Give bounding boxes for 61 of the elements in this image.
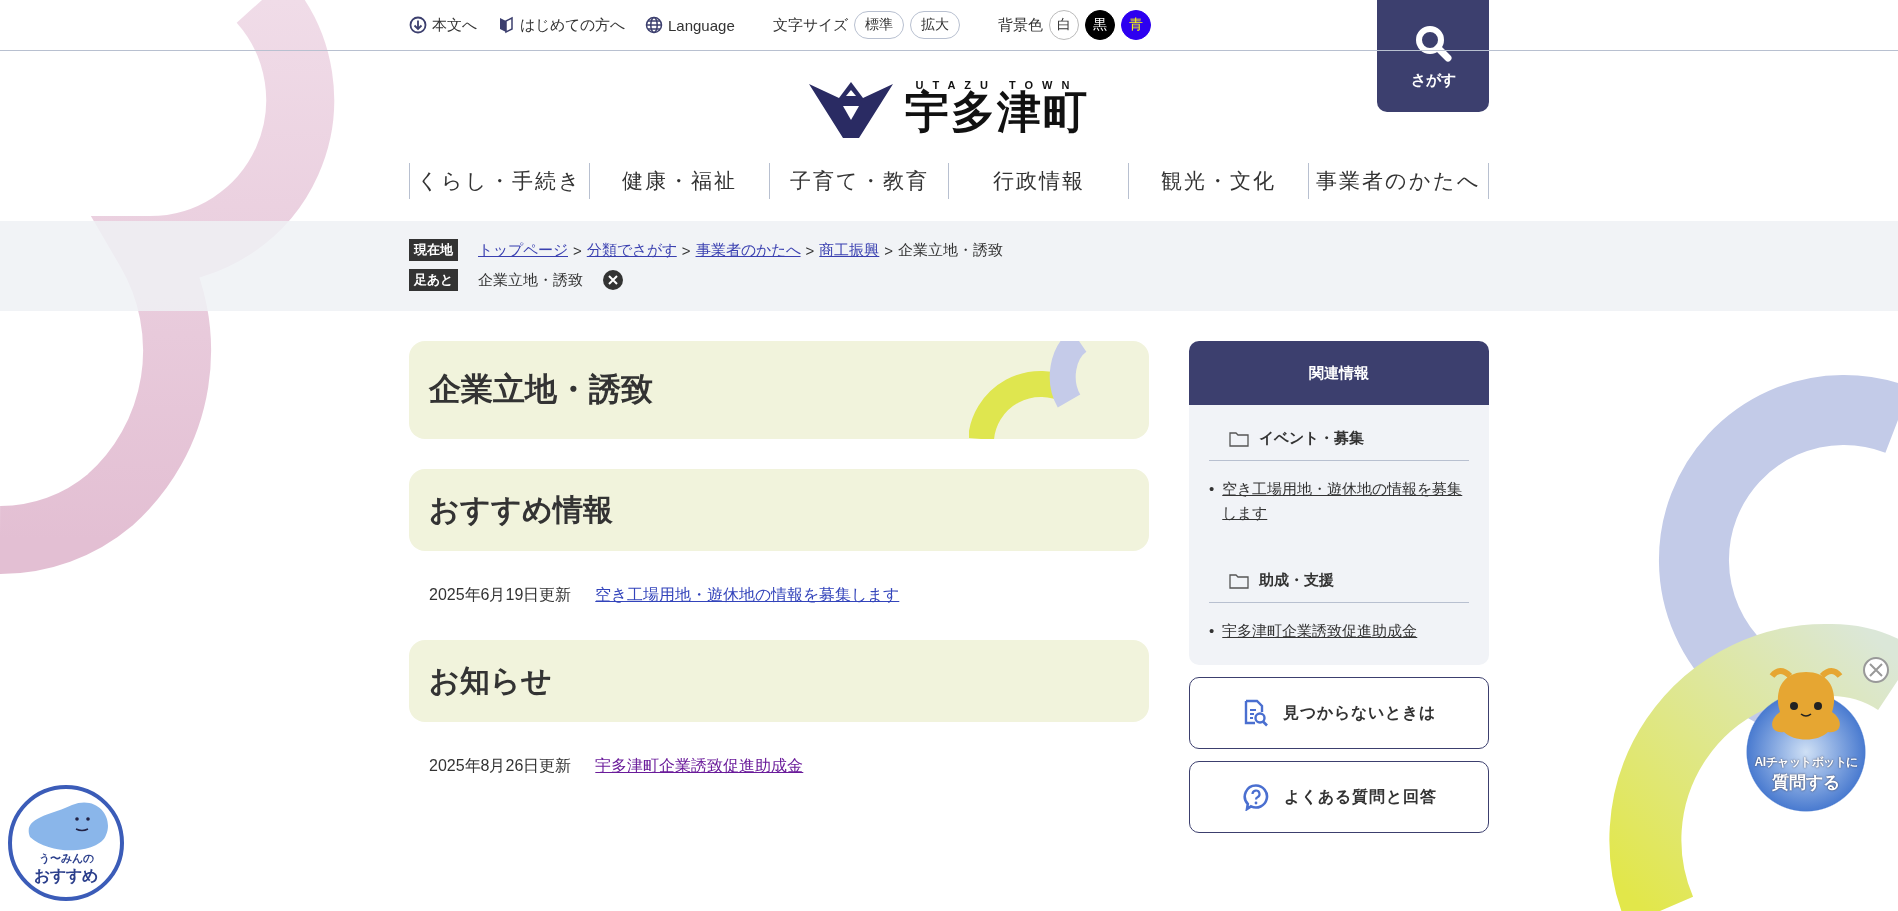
bullet: •: [1209, 621, 1215, 641]
breadcrumb-link[interactable]: 商工振興: [819, 240, 880, 260]
utility-link[interactable]: はじめての方へ: [497, 15, 625, 35]
chatbot-title: 質問する: [1772, 772, 1840, 794]
nav-menu-item[interactable]: 子育て・教育: [769, 163, 950, 199]
nav-menu-item[interactable]: くらし・手続き: [410, 163, 590, 199]
chatbot-caption: AIチャットボットに: [1754, 754, 1858, 771]
update-date: 2025年8月26日更新: [429, 756, 572, 776]
breadcrumb-separator: >: [884, 241, 894, 259]
breadcrumb-separator: >: [805, 241, 815, 259]
help-button[interactable]: よくある質問と回答: [1189, 761, 1489, 833]
bullet: •: [1209, 479, 1215, 499]
footprint-item[interactable]: 企業立地・誘致: [478, 270, 583, 290]
folder-icon: [1229, 572, 1249, 589]
font-size-label: 文字サイズ: [772, 15, 848, 35]
folder-icon: [1229, 430, 1249, 447]
sidebar-heading: 関連情報: [1189, 341, 1489, 405]
sidebar-link[interactable]: 空き工場用地・遊休地の情報を募集します: [1222, 477, 1469, 525]
update-date: 2025年6月19日更新: [429, 585, 572, 605]
sidebar-link[interactable]: 宇多津町企業誘致促進助成金: [1222, 619, 1418, 643]
globe-icon: [645, 16, 663, 34]
search-button[interactable]: さがす: [1377, 0, 1489, 112]
breadcrumb-link[interactable]: 分類でさがす: [586, 240, 677, 260]
help-button[interactable]: 見つからないときは: [1189, 677, 1489, 749]
breadcrumb-link[interactable]: 事業者のかたへ: [695, 240, 801, 260]
question-bubble-icon: [1241, 783, 1270, 811]
section-heading: お知らせ: [429, 662, 552, 699]
breadcrumb-separator: >: [681, 241, 691, 259]
down-arrow-circle-icon: [409, 16, 427, 34]
nav-menu-item[interactable]: 行政情報: [949, 163, 1130, 199]
sidebar-group-title: イベント・募集: [1259, 429, 1364, 448]
news-link[interactable]: 宇多津町企業誘致促進助成金: [595, 756, 804, 777]
background-color-button[interactable]: 白: [1048, 10, 1079, 40]
sidebar-group-title: 助成・支援: [1259, 571, 1334, 590]
utility-link-label: 本文へ: [432, 15, 477, 35]
nav-menu-item[interactable]: 健康・福祉: [589, 163, 770, 199]
utility-link[interactable]: 本文へ: [409, 15, 477, 35]
utility-link-label: はじめての方へ: [520, 15, 625, 35]
breadcrumb-separator: >: [573, 241, 582, 259]
mascot-badge[interactable]: う〜みんの おすすめ: [8, 785, 124, 901]
utility-link-label: Language: [668, 16, 735, 34]
footprint-label: 足あと: [409, 269, 458, 291]
nav-menu-item[interactable]: 観光・文化: [1129, 163, 1310, 199]
page-title: 企業立地・誘致: [429, 370, 653, 409]
close-icon[interactable]: [603, 270, 623, 290]
font-size-button[interactable]: 標準: [853, 11, 904, 39]
mascot-title: おすすめ: [34, 866, 98, 886]
breadcrumb-current: 企業立地・誘致: [898, 240, 1004, 260]
nav-menu-item[interactable]: 事業者のかたへ: [1309, 163, 1489, 199]
breadcrumb-label: 現在地: [409, 239, 458, 261]
beginner-mark-icon: [497, 16, 515, 34]
document-search-icon: [1242, 699, 1269, 727]
breadcrumb-link[interactable]: トップページ: [478, 240, 568, 260]
news-link[interactable]: 空き工場用地・遊休地の情報を募集します: [595, 585, 900, 606]
font-size-button[interactable]: 拡大: [909, 11, 960, 39]
background-color-button[interactable]: 青: [1120, 10, 1151, 40]
mascot-caption: う〜みんの: [38, 851, 94, 866]
section-heading: おすすめ情報: [429, 491, 613, 528]
utility-link[interactable]: Language: [645, 16, 735, 34]
background-color-label: 背景色: [997, 15, 1043, 35]
background-color-button[interactable]: 黒: [1084, 10, 1115, 40]
